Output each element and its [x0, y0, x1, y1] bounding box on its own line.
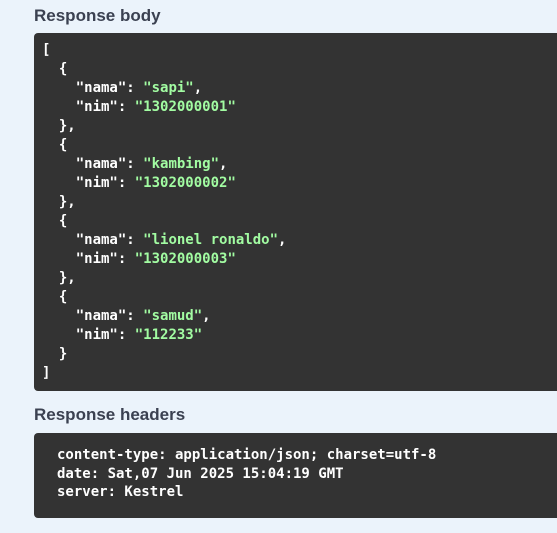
json-object: { "nama": "kambing", "nim": "1302000002"…	[42, 137, 236, 210]
json-key-nim: "nim"	[75, 99, 118, 115]
json-object: { "nama": "sapi", "nim": "1302000001" },	[42, 61, 236, 134]
json-value-nim: "1302000002"	[134, 175, 236, 191]
json-key-nama: "nama"	[75, 308, 127, 324]
header-line-date: date: Sat,07 Jun 2025 15:04:19 GMT	[57, 465, 344, 482]
json-value-nama: "kambing"	[143, 156, 220, 172]
json-object: { "nama": "samud", "nim": "112233" }	[42, 289, 211, 362]
response-panel: Response body [ { "nama": "sapi", "nim":…	[0, 0, 557, 533]
response-headers-code[interactable]: content-type: application/json; charset=…	[34, 433, 557, 518]
json-value-nama: "samud"	[143, 308, 203, 324]
header-line-content-type: content-type: application/json; charset=…	[57, 447, 437, 463]
response-headers-title: Response headers	[34, 405, 186, 424]
json-value-nim: "1302000003"	[134, 251, 236, 267]
json-key-nama: "nama"	[75, 232, 127, 248]
json-key-nim: "nim"	[75, 251, 118, 267]
json-value-nama: "lionel ronaldo"	[143, 232, 279, 248]
json-key-nama: "nama"	[75, 80, 127, 96]
json-key-nim: "nim"	[75, 327, 118, 343]
json-value-nim: "112233"	[134, 327, 203, 343]
header-line-server: server: Kestrel	[57, 484, 184, 500]
response-body-title: Response body	[34, 6, 161, 25]
json-key-nim: "nim"	[75, 175, 118, 191]
json-key-nama: "nama"	[75, 156, 127, 172]
json-value-nim: "1302000001"	[134, 99, 236, 115]
json-object: { "nama": "lionel ronaldo", "nim": "1302…	[42, 213, 287, 286]
close-bracket: ]	[42, 365, 51, 381]
open-bracket: [	[42, 42, 51, 58]
response-body-code[interactable]: [ { "nama": "sapi", "nim": "1302000001" …	[34, 33, 557, 391]
json-value-nama: "sapi"	[143, 80, 194, 96]
